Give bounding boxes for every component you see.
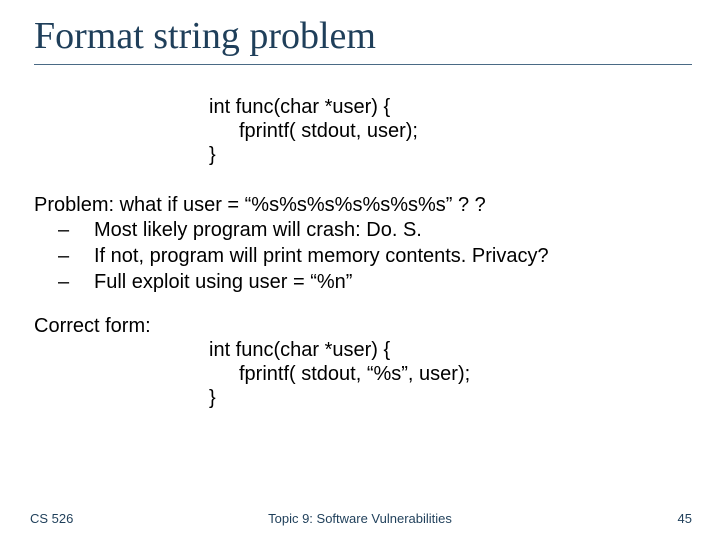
list-item: If not, program will print memory conten… xyxy=(34,244,692,270)
code-line: int func(char *user) { xyxy=(209,338,692,362)
problem-section: Problem: what if user = “%s%s%s%s%s%s%s”… xyxy=(34,193,692,295)
slide: Format string problem int func(char *use… xyxy=(0,0,720,540)
code-block-correct: int func(char *user) { fprintf( stdout, … xyxy=(209,338,692,410)
slide-title: Format string problem xyxy=(34,16,692,58)
correct-form-label: Correct form: xyxy=(34,315,692,338)
list-item: Most likely program will crash: Do. S. xyxy=(34,218,692,244)
code-line: int func(char *user) { xyxy=(209,95,692,119)
list-item: Full exploit using user = “%n” xyxy=(34,270,692,296)
code-line: } xyxy=(209,386,692,410)
title-underline xyxy=(34,64,692,65)
code-line: fprintf( stdout, user); xyxy=(209,119,692,143)
footer-page-number: 45 xyxy=(678,511,692,526)
problem-list: Most likely program will crash: Do. S. I… xyxy=(34,218,692,295)
code-line: fprintf( stdout, “%s”, user); xyxy=(209,362,692,386)
code-line: } xyxy=(209,143,692,167)
code-block-vulnerable: int func(char *user) { fprintf( stdout, … xyxy=(209,95,692,167)
problem-intro: Problem: what if user = “%s%s%s%s%s%s%s”… xyxy=(34,193,692,219)
footer-topic: Topic 9: Software Vulnerabilities xyxy=(0,511,720,526)
